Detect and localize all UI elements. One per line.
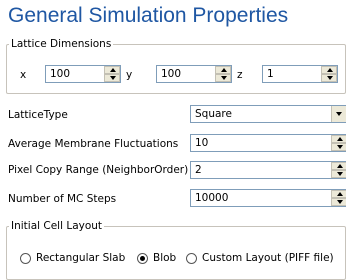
- custom-layout-radio[interactable]: [186, 253, 197, 264]
- rectangular-slab-radio[interactable]: [20, 253, 31, 264]
- y-increment-button[interactable]: [215, 66, 231, 74]
- up-arrow-icon: [221, 68, 227, 72]
- pixel-copy-range-label: Pixel Copy Range (NeighborOrder): [8, 164, 189, 176]
- z-increment-button[interactable]: [321, 66, 337, 74]
- rectangular-slab-label[interactable]: Rectangular Slab: [36, 252, 125, 264]
- x-decrement-button[interactable]: [104, 74, 120, 82]
- membrane-fluctuations-label: Average Membrane Fluctuations: [8, 138, 179, 150]
- chevron-down-icon: [336, 112, 342, 116]
- lattice-type-value: Square: [195, 108, 232, 120]
- mc-steps-decrement-button[interactable]: [331, 198, 346, 206]
- pixel-copy-range-value: 2: [195, 164, 202, 176]
- mc-steps-label: Number of MC Steps: [8, 193, 117, 205]
- page-title: General Simulation Properties: [8, 4, 289, 27]
- initial-cell-layout-group: Initial Cell Layout: [6, 220, 346, 280]
- y-spinner[interactable]: 100: [156, 65, 232, 83]
- z-value: 1: [267, 68, 274, 80]
- up-arrow-icon: [110, 68, 116, 72]
- lattice-type-select[interactable]: Square: [190, 105, 346, 123]
- up-arrow-icon: [337, 192, 343, 196]
- z-spinner[interactable]: 1: [262, 65, 338, 83]
- membrane-fluctuations-value: 10: [195, 137, 209, 149]
- pixel-copy-increment-button[interactable]: [331, 162, 346, 170]
- z-label: z: [237, 69, 243, 81]
- up-arrow-icon: [327, 68, 333, 72]
- membrane-decrement-button[interactable]: [331, 143, 346, 151]
- up-arrow-icon: [337, 164, 343, 168]
- mc-steps-increment-button[interactable]: [331, 190, 346, 198]
- x-label: x: [20, 69, 27, 81]
- y-label: y: [126, 69, 133, 81]
- x-value: 100: [50, 68, 71, 80]
- membrane-increment-button[interactable]: [331, 135, 346, 143]
- down-arrow-icon: [327, 76, 333, 80]
- up-arrow-icon: [337, 137, 343, 141]
- x-increment-button[interactable]: [104, 66, 120, 74]
- down-arrow-icon: [221, 76, 227, 80]
- pixel-copy-range-spinner[interactable]: 2: [190, 161, 346, 179]
- membrane-fluctuations-spinner[interactable]: 10: [190, 134, 346, 152]
- y-value: 100: [161, 68, 182, 80]
- pixel-copy-decrement-button[interactable]: [331, 170, 346, 178]
- mc-steps-value: 10000: [195, 192, 229, 204]
- blob-label[interactable]: Blob: [153, 252, 176, 264]
- down-arrow-icon: [337, 172, 343, 176]
- z-decrement-button[interactable]: [321, 74, 337, 82]
- lattice-type-dropdown-button[interactable]: [331, 106, 346, 122]
- custom-layout-label[interactable]: Custom Layout (PIFF file): [202, 252, 334, 264]
- blob-radio[interactable]: [137, 253, 148, 264]
- y-decrement-button[interactable]: [215, 74, 231, 82]
- down-arrow-icon: [337, 200, 343, 204]
- lattice-type-label: LatticeType: [8, 109, 68, 121]
- x-spinner[interactable]: 100: [45, 65, 121, 83]
- down-arrow-icon: [337, 145, 343, 149]
- mc-steps-spinner[interactable]: 10000: [190, 189, 346, 207]
- initial-cell-layout-legend: Initial Cell Layout: [11, 220, 103, 232]
- lattice-dimensions-legend: Lattice Dimensions: [11, 38, 112, 50]
- down-arrow-icon: [110, 76, 116, 80]
